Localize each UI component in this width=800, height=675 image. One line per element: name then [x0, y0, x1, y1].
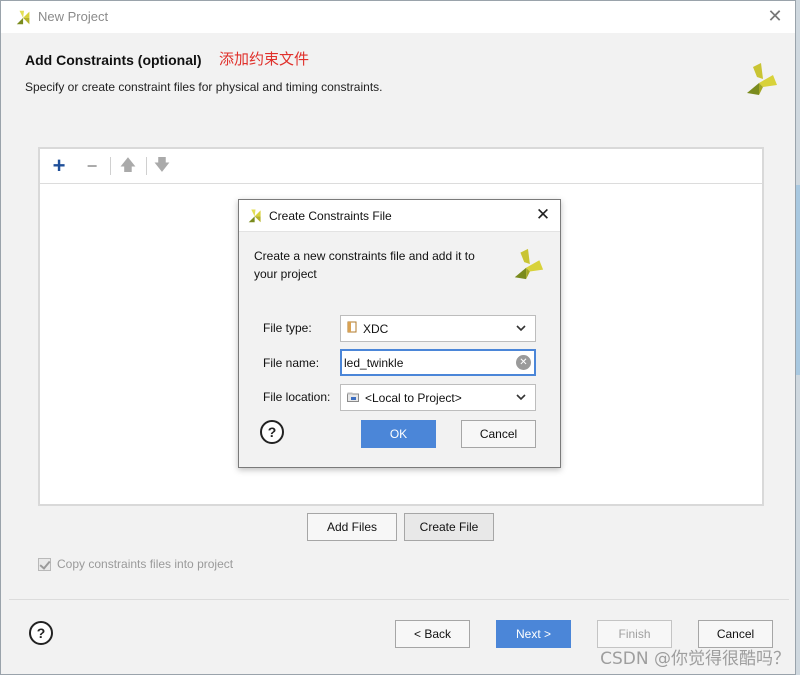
file-type-label: File type: [263, 321, 312, 335]
create-constraints-dialog: Create Constraints File ✕ Create a new c… [238, 199, 561, 468]
help-button[interactable]: ? [29, 621, 53, 645]
copy-constraints-label: Copy constraints files into project [57, 557, 234, 571]
vivado-logo-icon [16, 10, 30, 25]
dialog-help-button[interactable]: ? [260, 420, 284, 444]
add-icon[interactable]: + [48, 155, 70, 177]
chevron-down-icon [516, 394, 526, 401]
project-folder-icon [347, 391, 359, 405]
file-location-select[interactable]: <Local to Project> [340, 384, 536, 411]
toolbar-separator [110, 157, 111, 175]
add-files-button[interactable]: Add Files [307, 513, 397, 541]
create-file-button[interactable]: Create File [404, 513, 494, 541]
file-location-value: <Local to Project> [365, 390, 462, 405]
file-type-select[interactable]: XDC [340, 315, 536, 342]
back-button[interactable]: < Back [395, 620, 470, 648]
chevron-down-icon [516, 325, 526, 332]
file-location-label: File location: [263, 390, 331, 404]
dialog-description: Create a new constraints file and add it… [254, 249, 475, 281]
window-title: New Project [38, 9, 109, 24]
toolbar-separator [146, 157, 147, 175]
vivado-large-logo-icon [747, 63, 777, 95]
move-up-icon[interactable]: 🡅 [117, 155, 139, 177]
copy-constraints-option[interactable]: Copy constraints files into project [38, 557, 233, 571]
dialog-ok-button[interactable]: OK [361, 420, 436, 448]
file-name-label: File name: [263, 356, 320, 370]
page-title: Add Constraints (optional) [25, 52, 202, 68]
dialog-cancel-button[interactable]: Cancel [461, 420, 536, 448]
next-button[interactable]: Next > [496, 620, 571, 648]
dialog-title: Create Constraints File [269, 209, 392, 223]
dialog-close-icon[interactable]: ✕ [533, 205, 553, 225]
vivado-logo-icon [248, 209, 261, 223]
window-close-icon[interactable]: ✕ [765, 6, 785, 26]
page-subtitle: Specify or create constraint files for p… [25, 80, 383, 94]
remove-icon[interactable]: − [81, 155, 103, 177]
dialog-titlebar: Create Constraints File ✕ [239, 200, 560, 232]
window-titlebar: New Project ✕ [1, 1, 795, 33]
xdc-file-icon [347, 321, 357, 336]
page-annotation: 添加约束文件 [219, 50, 310, 68]
move-down-icon[interactable]: 🡇 [151, 155, 173, 177]
file-name-input[interactable]: led_twinkle ✕ [340, 349, 536, 376]
file-type-value: XDC [363, 321, 389, 336]
vivado-large-logo-icon [514, 248, 544, 280]
clear-input-icon[interactable]: ✕ [516, 355, 531, 370]
panel-toolbar: + − 🡅 🡇 [40, 149, 762, 184]
footer-divider [9, 599, 789, 600]
page-header: Add Constraints (optional) 添加约束文件 Specif… [1, 33, 795, 111]
file-name-value: led_twinkle [344, 355, 404, 370]
copy-constraints-checkbox[interactable] [38, 557, 51, 571]
csdn-watermark: CSDN @你觉得很酷吗？ [600, 649, 790, 669]
